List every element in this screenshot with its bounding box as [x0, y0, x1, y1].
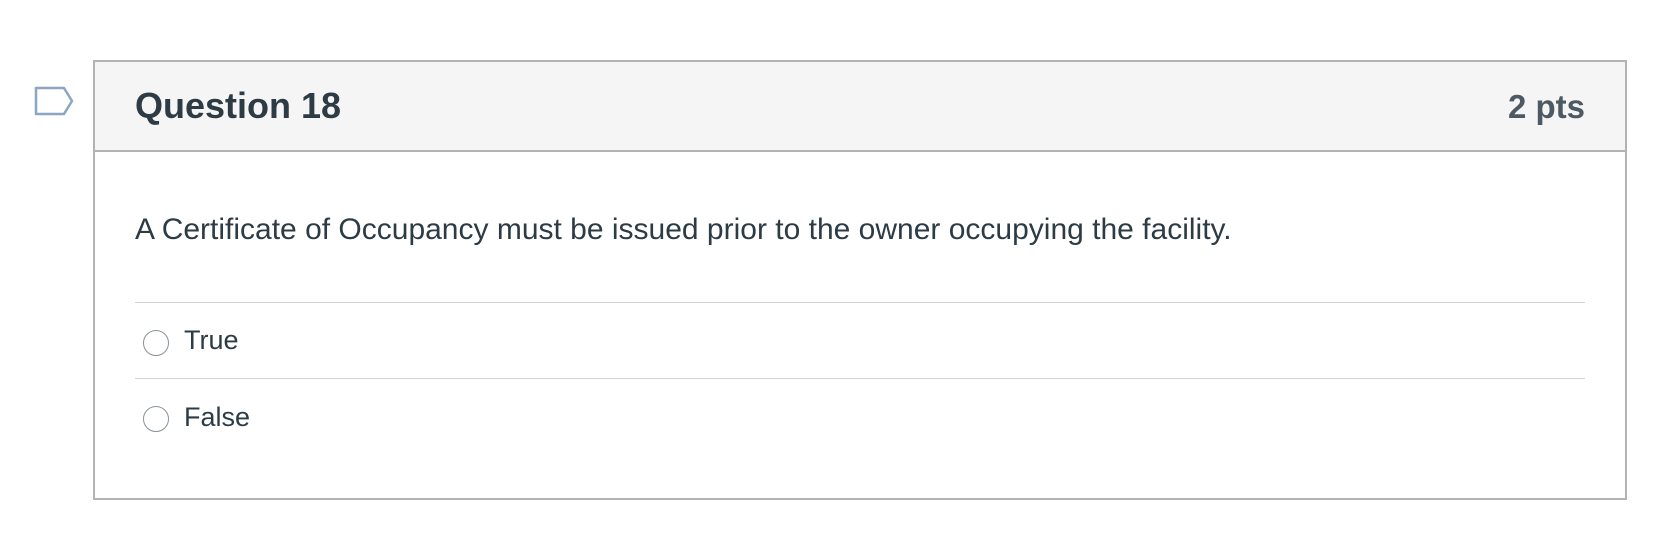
question-points: 2 pts [1507, 88, 1585, 125]
question-header: Question 18 2 pts [95, 62, 1625, 152]
question-body: A Certificate of Occupancy must be issue… [95, 152, 1625, 455]
answer-option-true[interactable]: True [135, 303, 1585, 379]
question-text: A Certificate of Occupancy must be issue… [135, 213, 1232, 246]
question-card: Question 18 2 pts A Certificate of Occup… [93, 60, 1627, 500]
answer-list: True False [135, 302, 1585, 455]
radio-button[interactable] [143, 406, 169, 432]
answer-label: False [184, 401, 251, 432]
radio-button[interactable] [143, 329, 169, 356]
answer-option-false[interactable]: False [135, 379, 1585, 455]
question-title: Question 18 [135, 85, 342, 126]
answer-label: True [184, 325, 239, 355]
flag-question-icon[interactable] [34, 86, 76, 120]
